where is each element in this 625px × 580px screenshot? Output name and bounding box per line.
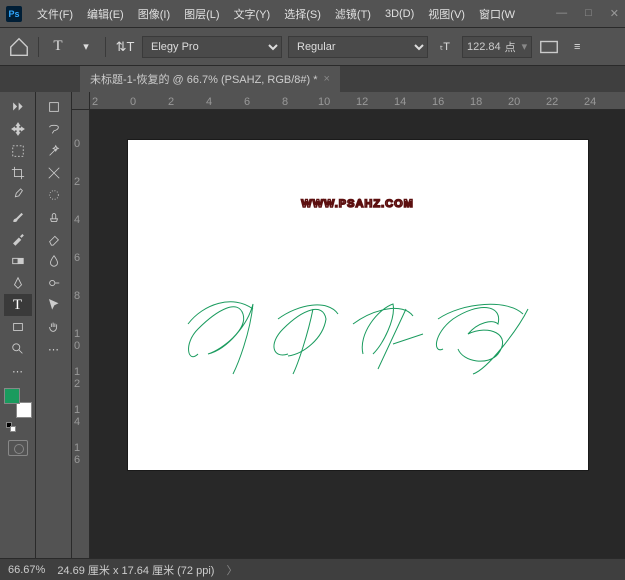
window-minimize[interactable]: — (556, 7, 567, 20)
hand-tool[interactable] (40, 316, 68, 338)
menu-3d[interactable]: 3D(D) (378, 8, 421, 20)
menu-layer[interactable]: 图层(L) (177, 6, 226, 22)
crop-tool[interactable] (4, 162, 32, 184)
spot-healing-tool[interactable] (40, 184, 68, 206)
horizontal-ruler[interactable]: 2 0 2 4 6 8 10 12 14 16 18 20 22 24 (90, 92, 625, 110)
menu-select[interactable]: 选择(S) (277, 6, 328, 22)
clone-stamp-tool[interactable] (40, 206, 68, 228)
rectangle-tool[interactable] (4, 316, 32, 338)
zoom-tool[interactable] (4, 338, 32, 360)
blur-tool[interactable] (40, 250, 68, 272)
menu-window[interactable]: 窗口(W (472, 6, 522, 22)
status-menu-icon[interactable]: 〉 (226, 562, 237, 578)
history-brush-tool[interactable] (4, 228, 32, 250)
toolbar-left-col1: ⏵⏵ T ⋯ (0, 92, 36, 558)
document-canvas[interactable]: WWW.PSAHZ.COM (128, 140, 588, 470)
home-icon[interactable] (8, 36, 30, 58)
ellipsis-icon[interactable]: ⋯ (4, 360, 32, 382)
gradient-tool[interactable] (4, 250, 32, 272)
lasso-tool[interactable] (40, 118, 68, 140)
foreground-color[interactable] (4, 388, 20, 404)
text-orientation-icon[interactable]: ⇅T (114, 36, 136, 58)
window-close[interactable]: ✕ (610, 7, 619, 20)
path-selection-tool[interactable] (40, 294, 68, 316)
document-tab[interactable]: 未标题-1-恢复的 @ 66.7% (PSAHZ, RGB/8#) * × (80, 65, 340, 92)
document-tabs: 未标题-1-恢复的 @ 66.7% (PSAHZ, RGB/8#) * × (0, 66, 625, 92)
artboard-tool[interactable] (40, 96, 68, 118)
marquee-tool[interactable] (4, 140, 32, 162)
font-family-select[interactable]: Elegy Pro (142, 36, 282, 58)
watermark-text: WWW.PSAHZ.COM (128, 140, 588, 214)
pen-tool[interactable] (4, 272, 32, 294)
vertical-ruler[interactable]: 0 2 4 6 8 1 0 1 2 1 4 1 6 (72, 110, 90, 558)
zoom-level[interactable]: 66.67% (8, 564, 45, 576)
edit-toolbar-icon[interactable]: ⋯ (40, 338, 68, 360)
window-maximize[interactable]: □ (585, 7, 592, 20)
font-size-icon: ₜT (434, 36, 456, 58)
tab-close-icon[interactable]: × (324, 73, 330, 85)
panel-toggle-icon[interactable]: ⏵⏵ (4, 96, 32, 118)
menu-view[interactable]: 视图(V) (421, 6, 472, 22)
font-size-input[interactable]: 122.84 点 ▾ (462, 36, 532, 58)
move-tool[interactable] (4, 118, 32, 140)
brush-tool[interactable] (4, 206, 32, 228)
default-colors-icon[interactable] (6, 422, 16, 432)
menu-type[interactable]: 文字(Y) (227, 6, 278, 22)
menu-filter[interactable]: 滤镜(T) (328, 6, 378, 22)
canvas-viewport[interactable]: WWW.PSAHZ.COM (90, 110, 625, 558)
quick-mask-icon[interactable] (8, 440, 28, 456)
align-icon[interactable]: ≡ (566, 36, 588, 58)
options-bar: T ▾ ⇅T Elegy Pro Regular ₜT 122.84 点 ▾ ≡ (0, 28, 625, 66)
background-color[interactable] (16, 402, 32, 418)
tab-title: 未标题-1-恢复的 @ 66.7% (PSAHZ, RGB/8#) * (90, 71, 318, 87)
toolbar-left-col2: ⋯ (36, 92, 72, 558)
color-swatches[interactable] (4, 388, 32, 418)
dodge-tool[interactable] (40, 272, 68, 294)
menu-image[interactable]: 图像(I) (131, 6, 177, 22)
script-text-layer (128, 274, 588, 387)
magic-wand-tool[interactable] (40, 140, 68, 162)
type-tool[interactable]: T (4, 294, 32, 316)
font-style-select[interactable]: Regular (288, 36, 428, 58)
app-logo: Ps (6, 6, 22, 22)
ruler-origin[interactable] (72, 92, 90, 110)
menu-file[interactable]: 文件(F) (30, 6, 80, 22)
eraser-tool[interactable] (40, 228, 68, 250)
slice-tool[interactable] (40, 162, 68, 184)
antialiasing-icon[interactable] (538, 36, 560, 58)
document-dimensions: 24.69 厘米 x 17.64 厘米 (72 ppi) (57, 562, 214, 578)
dropdown-icon[interactable]: ▾ (75, 36, 97, 58)
status-bar: 66.67% 24.69 厘米 x 17.64 厘米 (72 ppi) 〉 (0, 558, 625, 580)
title-bar: Ps 文件(F) 编辑(E) 图像(I) 图层(L) 文字(Y) 选择(S) 滤… (0, 0, 625, 28)
menu-edit[interactable]: 编辑(E) (80, 6, 131, 22)
eyedropper-tool[interactable] (4, 184, 32, 206)
type-tool-icon[interactable]: T (47, 36, 69, 58)
